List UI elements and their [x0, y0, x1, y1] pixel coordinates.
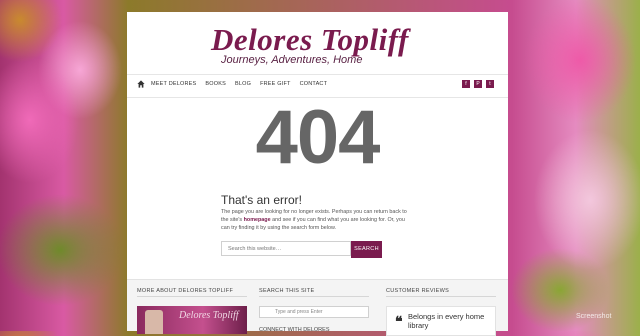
about-banner-image[interactable]: Delores Topliff [137, 306, 247, 334]
review-text: Belongs in every home library [408, 312, 485, 330]
page-container: Delores Topliff Journeys, Adventures, Ho… [127, 12, 508, 336]
divider [386, 296, 496, 297]
search-site-heading: SEARCH THIS SITE [259, 288, 315, 294]
error-title: That's an error! [221, 193, 302, 207]
divider [259, 296, 369, 297]
site-logo[interactable]: Delores Topliff Journeys, Adventures, Ho… [127, 20, 508, 72]
homepage-link[interactable]: homepage [244, 217, 271, 223]
divider [137, 296, 247, 297]
quote-icon: ❝ [395, 315, 403, 330]
social-links: f P t [462, 80, 494, 88]
logo-subtitle: Journeys, Adventures, Home [221, 54, 363, 66]
review-card: ❝ Belongs in every home library [386, 306, 496, 336]
search-form: Search this website… SEARCH [221, 241, 382, 258]
nav-item-books[interactable]: BOOKS [205, 81, 226, 87]
watermark: Screenshot [576, 313, 612, 320]
error-code: 404 [255, 95, 381, 180]
reviews-heading: CUSTOMER REVIEWS [386, 288, 450, 294]
author-photo [145, 310, 163, 334]
facebook-icon[interactable]: f [462, 80, 470, 88]
error-message: The page you are looking for no longer e… [221, 208, 413, 232]
pinterest-icon[interactable]: P [474, 80, 482, 88]
nav-item-contact[interactable]: CONTACT [300, 81, 328, 87]
widget-area: MORE ABOUT DELORES TOPLIFF SEARCH THIS S… [127, 279, 508, 336]
nav-item-meet-delores[interactable]: MEET DELORES [151, 81, 196, 87]
logo-title: Delores Topliff [211, 22, 409, 57]
about-heading: MORE ABOUT DELORES TOPLIFF [137, 288, 234, 294]
connect-heading: CONNECT WITH DELORES [259, 327, 330, 333]
twitter-icon[interactable]: t [486, 80, 494, 88]
banner-logo-text: Delores Topliff [179, 310, 239, 321]
nav-item-free-gift[interactable]: FREE GIFT [260, 81, 291, 87]
home-icon[interactable] [137, 80, 145, 88]
search-input[interactable]: Search this website… [221, 241, 351, 256]
search-button[interactable]: SEARCH [351, 241, 382, 258]
sidebar-search-input[interactable]: Type and press Enter [259, 306, 369, 318]
nav-item-blog[interactable]: BLOG [235, 81, 251, 87]
